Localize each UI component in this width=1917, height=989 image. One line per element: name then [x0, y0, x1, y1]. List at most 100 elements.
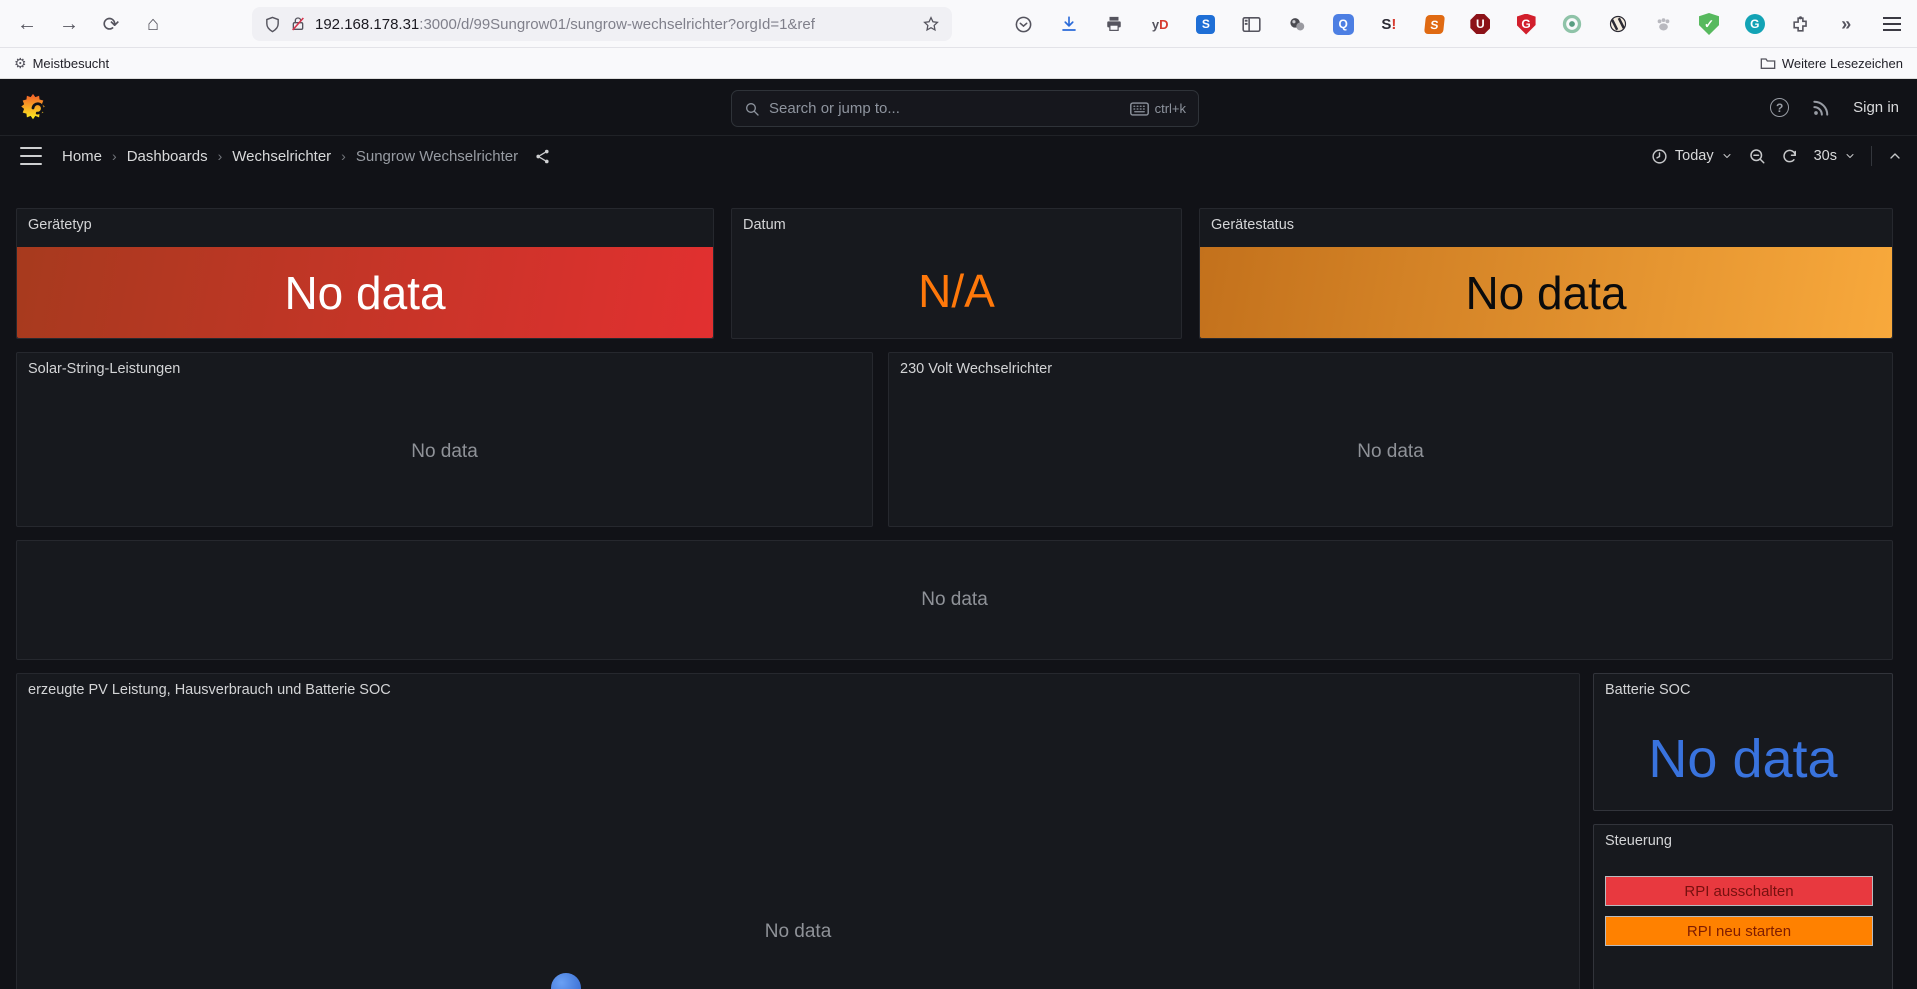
bookmark-star-icon[interactable]: [922, 15, 940, 33]
dashboard-canvas: Gerätetyp No data Datum N/A Gerätestatus…: [0, 176, 1917, 989]
ydownloader-d: D: [1159, 17, 1168, 32]
panel-title[interactable]: Datum: [743, 217, 786, 233]
grafana-logo[interactable]: [18, 92, 48, 122]
no-data-label: No data: [921, 589, 988, 611]
pocket-icon[interactable]: [1012, 13, 1034, 35]
stylish-icon[interactable]: S!: [1378, 13, 1400, 35]
panel-title[interactable]: Batterie SOC: [1605, 682, 1690, 698]
panel-title[interactable]: erzeugte PV Leistung, Hausverbrauch und …: [28, 682, 391, 698]
panel-geraetestatus: Gerätestatus No data: [1199, 208, 1893, 339]
back-icon[interactable]: ←: [10, 8, 44, 40]
panel-steuerung: Steuerung RPI ausschalten RPI neu starte…: [1593, 824, 1893, 989]
gdata-shield-icon[interactable]: G: [1515, 13, 1537, 35]
qwant-badge: Q: [1333, 14, 1354, 35]
url-text[interactable]: 192.168.178.31:3000/d/99Sungrow01/sungro…: [315, 16, 913, 33]
shortcut-label: ctrl+k: [1155, 101, 1186, 116]
no-data-label: No data: [1357, 441, 1424, 463]
stylish-excl: !: [1391, 16, 1396, 33]
url-path: :3000/d/99Sungrow01/sungrow-wechselricht…: [419, 16, 815, 33]
search-input[interactable]: Search or jump to... ctrl+k: [731, 90, 1199, 127]
panel-untitled: No data: [16, 540, 1893, 660]
privacy-badger-icon[interactable]: [1607, 13, 1629, 35]
adguard-shield-icon[interactable]: ✓: [1698, 13, 1720, 35]
grammarly-icon[interactable]: G: [1744, 13, 1766, 35]
collapse-chevron-up-icon[interactable]: [1887, 148, 1903, 164]
clock-icon: [1651, 148, 1668, 165]
download-icon[interactable]: [1058, 13, 1080, 35]
breadcrumb-home[interactable]: Home: [62, 148, 102, 165]
ydownloader-icon[interactable]: yD: [1149, 13, 1171, 35]
overflow-chevrons-icon[interactable]: »: [1835, 13, 1857, 35]
mega-menu-icon[interactable]: [20, 147, 42, 165]
panel-title[interactable]: 230 Volt Wechselrichter: [900, 361, 1052, 377]
panel-pv-leistung: erzeugte PV Leistung, Hausverbrauch und …: [16, 673, 1580, 989]
extensions-puzzle-icon[interactable]: [1789, 13, 1811, 35]
ghostery-paw-icon[interactable]: [1652, 13, 1674, 35]
printer-icon[interactable]: [1103, 13, 1125, 35]
extension-strip: yD S Q S! S U G: [1012, 0, 1903, 48]
breadcrumb-current: Sungrow Wechselrichter: [356, 148, 518, 165]
bookmark-more-label: Weitere Lesezeichen: [1782, 56, 1903, 71]
url-host: 192.168.178.31: [315, 16, 419, 33]
url-bar[interactable]: 192.168.178.31:3000/d/99Sungrow01/sungro…: [252, 7, 952, 41]
menu-hamburger-icon[interactable]: [1881, 13, 1903, 35]
gear-icon: ⚙: [14, 55, 27, 72]
rpi-restart-button[interactable]: RPI neu starten: [1605, 916, 1873, 946]
bookmark-most-visited-label: Meistbesucht: [33, 56, 110, 71]
search-icon: [744, 101, 760, 117]
adguard-check: ✓: [1699, 13, 1719, 35]
sharepoint-icon[interactable]: S: [1424, 13, 1446, 35]
panel-datum: Datum N/A: [731, 208, 1182, 339]
refresh-interval-picker[interactable]: 30s: [1814, 148, 1856, 164]
bookmark-most-visited[interactable]: ⚙ Meistbesucht: [14, 55, 109, 72]
panel-230v-wechselrichter: 230 Volt Wechselrichter No data: [888, 352, 1893, 527]
bookmark-more-folder[interactable]: Weitere Lesezeichen: [1760, 56, 1903, 71]
stat-value-batterie-soc: No data: [1594, 708, 1892, 810]
panel-geraetetyp: Gerätetyp No data: [16, 208, 714, 339]
translate-icon[interactable]: S: [1195, 13, 1217, 35]
time-range-picker[interactable]: Today: [1651, 148, 1733, 165]
breadcrumb-separator: ›: [341, 148, 346, 164]
shield-icon[interactable]: [264, 16, 281, 33]
time-controls: Today 30s: [1651, 136, 1903, 176]
insecure-lock-icon[interactable]: [290, 16, 306, 32]
breadcrumb-dashboards[interactable]: Dashboards: [127, 148, 208, 165]
forward-icon[interactable]: →: [52, 8, 86, 40]
rpi-shutdown-button[interactable]: RPI ausschalten: [1605, 876, 1873, 906]
grafana-topnav: Search or jump to... ctrl+k ? Sign in: [0, 79, 1917, 136]
breadcrumb-separator: ›: [112, 148, 117, 164]
no-data-label: No data: [411, 441, 478, 463]
spheres-icon[interactable]: [1286, 13, 1308, 35]
panel-title[interactable]: Gerätestatus: [1211, 217, 1294, 233]
sidebar-toggle-icon[interactable]: [1241, 13, 1263, 35]
breadcrumb-folder[interactable]: Wechselrichter: [232, 148, 331, 165]
chevron-down-icon: [1844, 150, 1856, 162]
share-icon[interactable]: [534, 148, 551, 165]
bookmarks-bar: ⚙ Meistbesucht Weitere Lesezeichen: [0, 48, 1917, 79]
folder-icon: [1760, 56, 1776, 70]
gdata-badge: G: [1517, 14, 1536, 35]
refresh-icon[interactable]: [1781, 147, 1799, 165]
topnav-right: ? Sign in: [1770, 79, 1899, 136]
panel-batterie-soc: Batterie SOC No data: [1593, 673, 1893, 811]
ublock-badge: U: [1470, 14, 1490, 34]
search-placeholder: Search or jump to...: [769, 100, 1121, 117]
dashboard-toolbar: Home › Dashboards › Wechselrichter › Sun…: [0, 136, 1917, 176]
green-ring-icon[interactable]: [1561, 13, 1583, 35]
ublock-icon[interactable]: U: [1469, 13, 1491, 35]
search-shortcut: ctrl+k: [1130, 101, 1186, 116]
zoom-out-icon[interactable]: [1748, 147, 1766, 165]
sign-in-button[interactable]: Sign in: [1853, 99, 1899, 116]
panel-title[interactable]: Solar-String-Leistungen: [28, 361, 180, 377]
home-icon[interactable]: ⌂: [136, 8, 170, 40]
panel-title[interactable]: Steuerung: [1605, 833, 1672, 849]
panel-title[interactable]: Gerätetyp: [28, 217, 92, 233]
stat-value-datum: N/A: [732, 243, 1181, 338]
breadcrumb-separator: ›: [218, 148, 223, 164]
time-range-label: Today: [1675, 148, 1714, 164]
reload-icon[interactable]: ⟳: [94, 8, 128, 40]
browser-toolbar: ← → ⟳ ⌂ 192.168.178.31:3000/d/99Sungrow0…: [0, 0, 1917, 48]
help-icon[interactable]: ?: [1770, 98, 1789, 117]
qwant-icon[interactable]: Q: [1332, 13, 1354, 35]
rss-news-icon[interactable]: [1811, 98, 1831, 118]
